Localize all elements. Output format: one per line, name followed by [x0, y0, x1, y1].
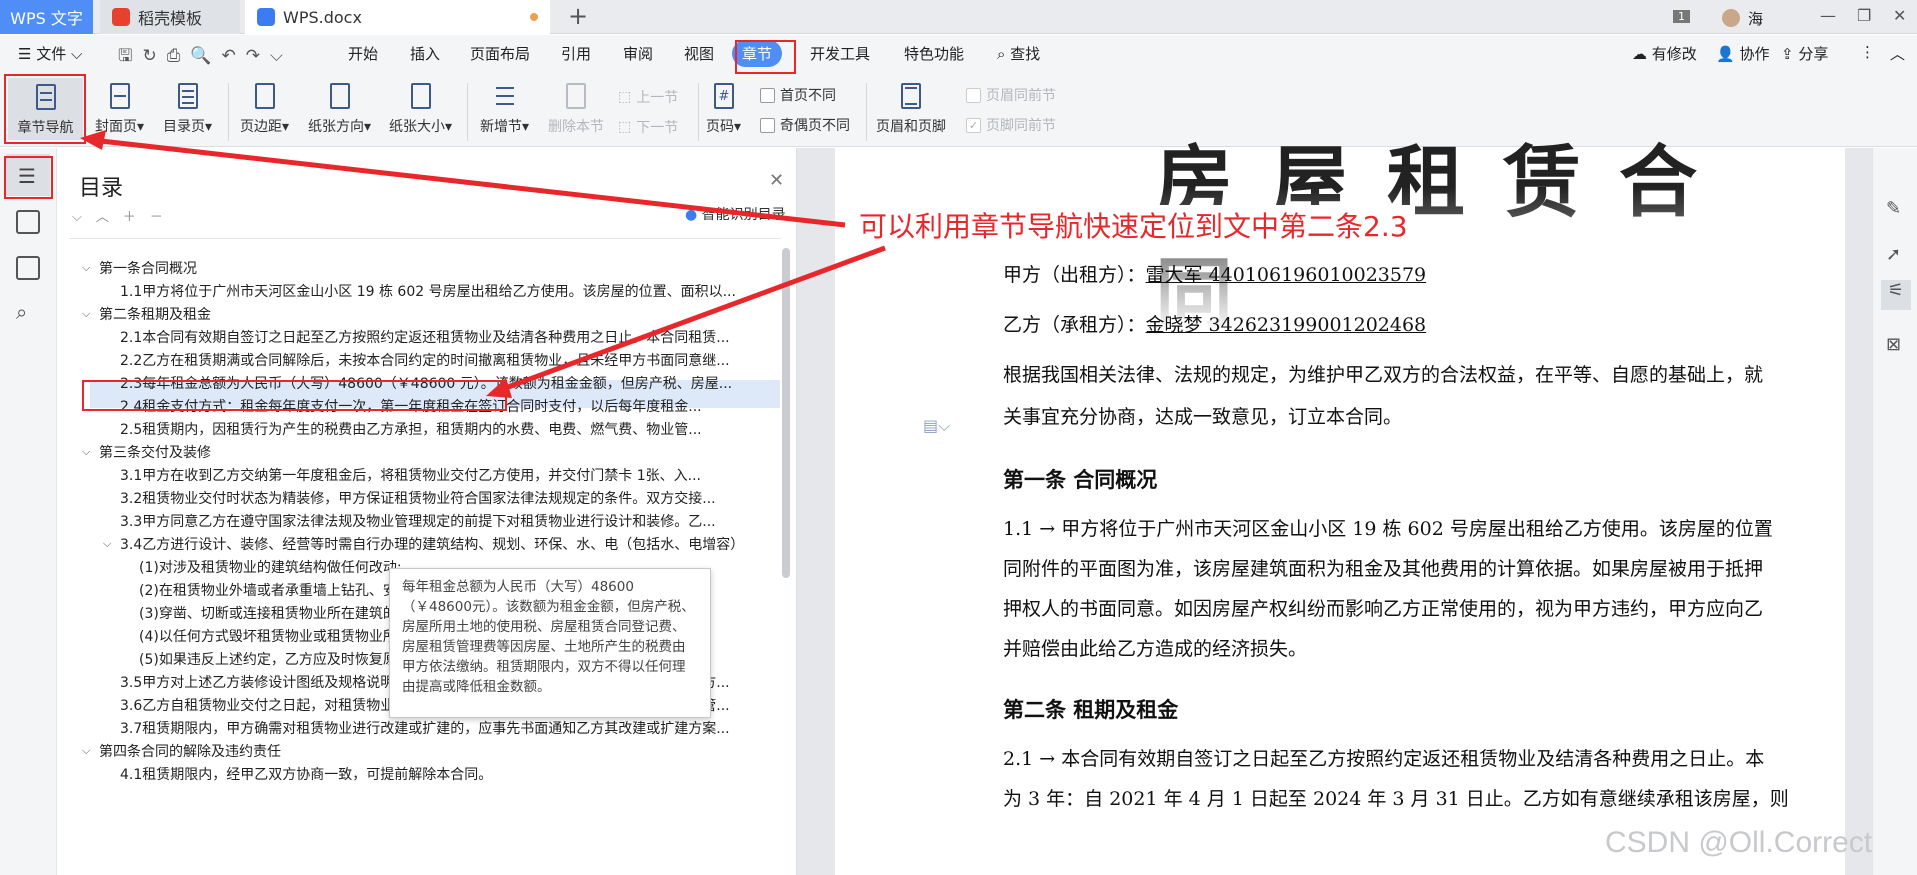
arrow-to-nav	[91, 137, 846, 228]
annotation-caption: 可以利用章节导航快速定位到文中第二条2.3	[855, 205, 1412, 245]
arrowhead-item	[486, 378, 512, 398]
arrowhead-nav	[80, 130, 106, 150]
arrow-to-item	[499, 245, 886, 393]
annotation-arrows	[80, 130, 886, 398]
watermark: CSDN @Oll.Correct	[1605, 826, 1873, 859]
